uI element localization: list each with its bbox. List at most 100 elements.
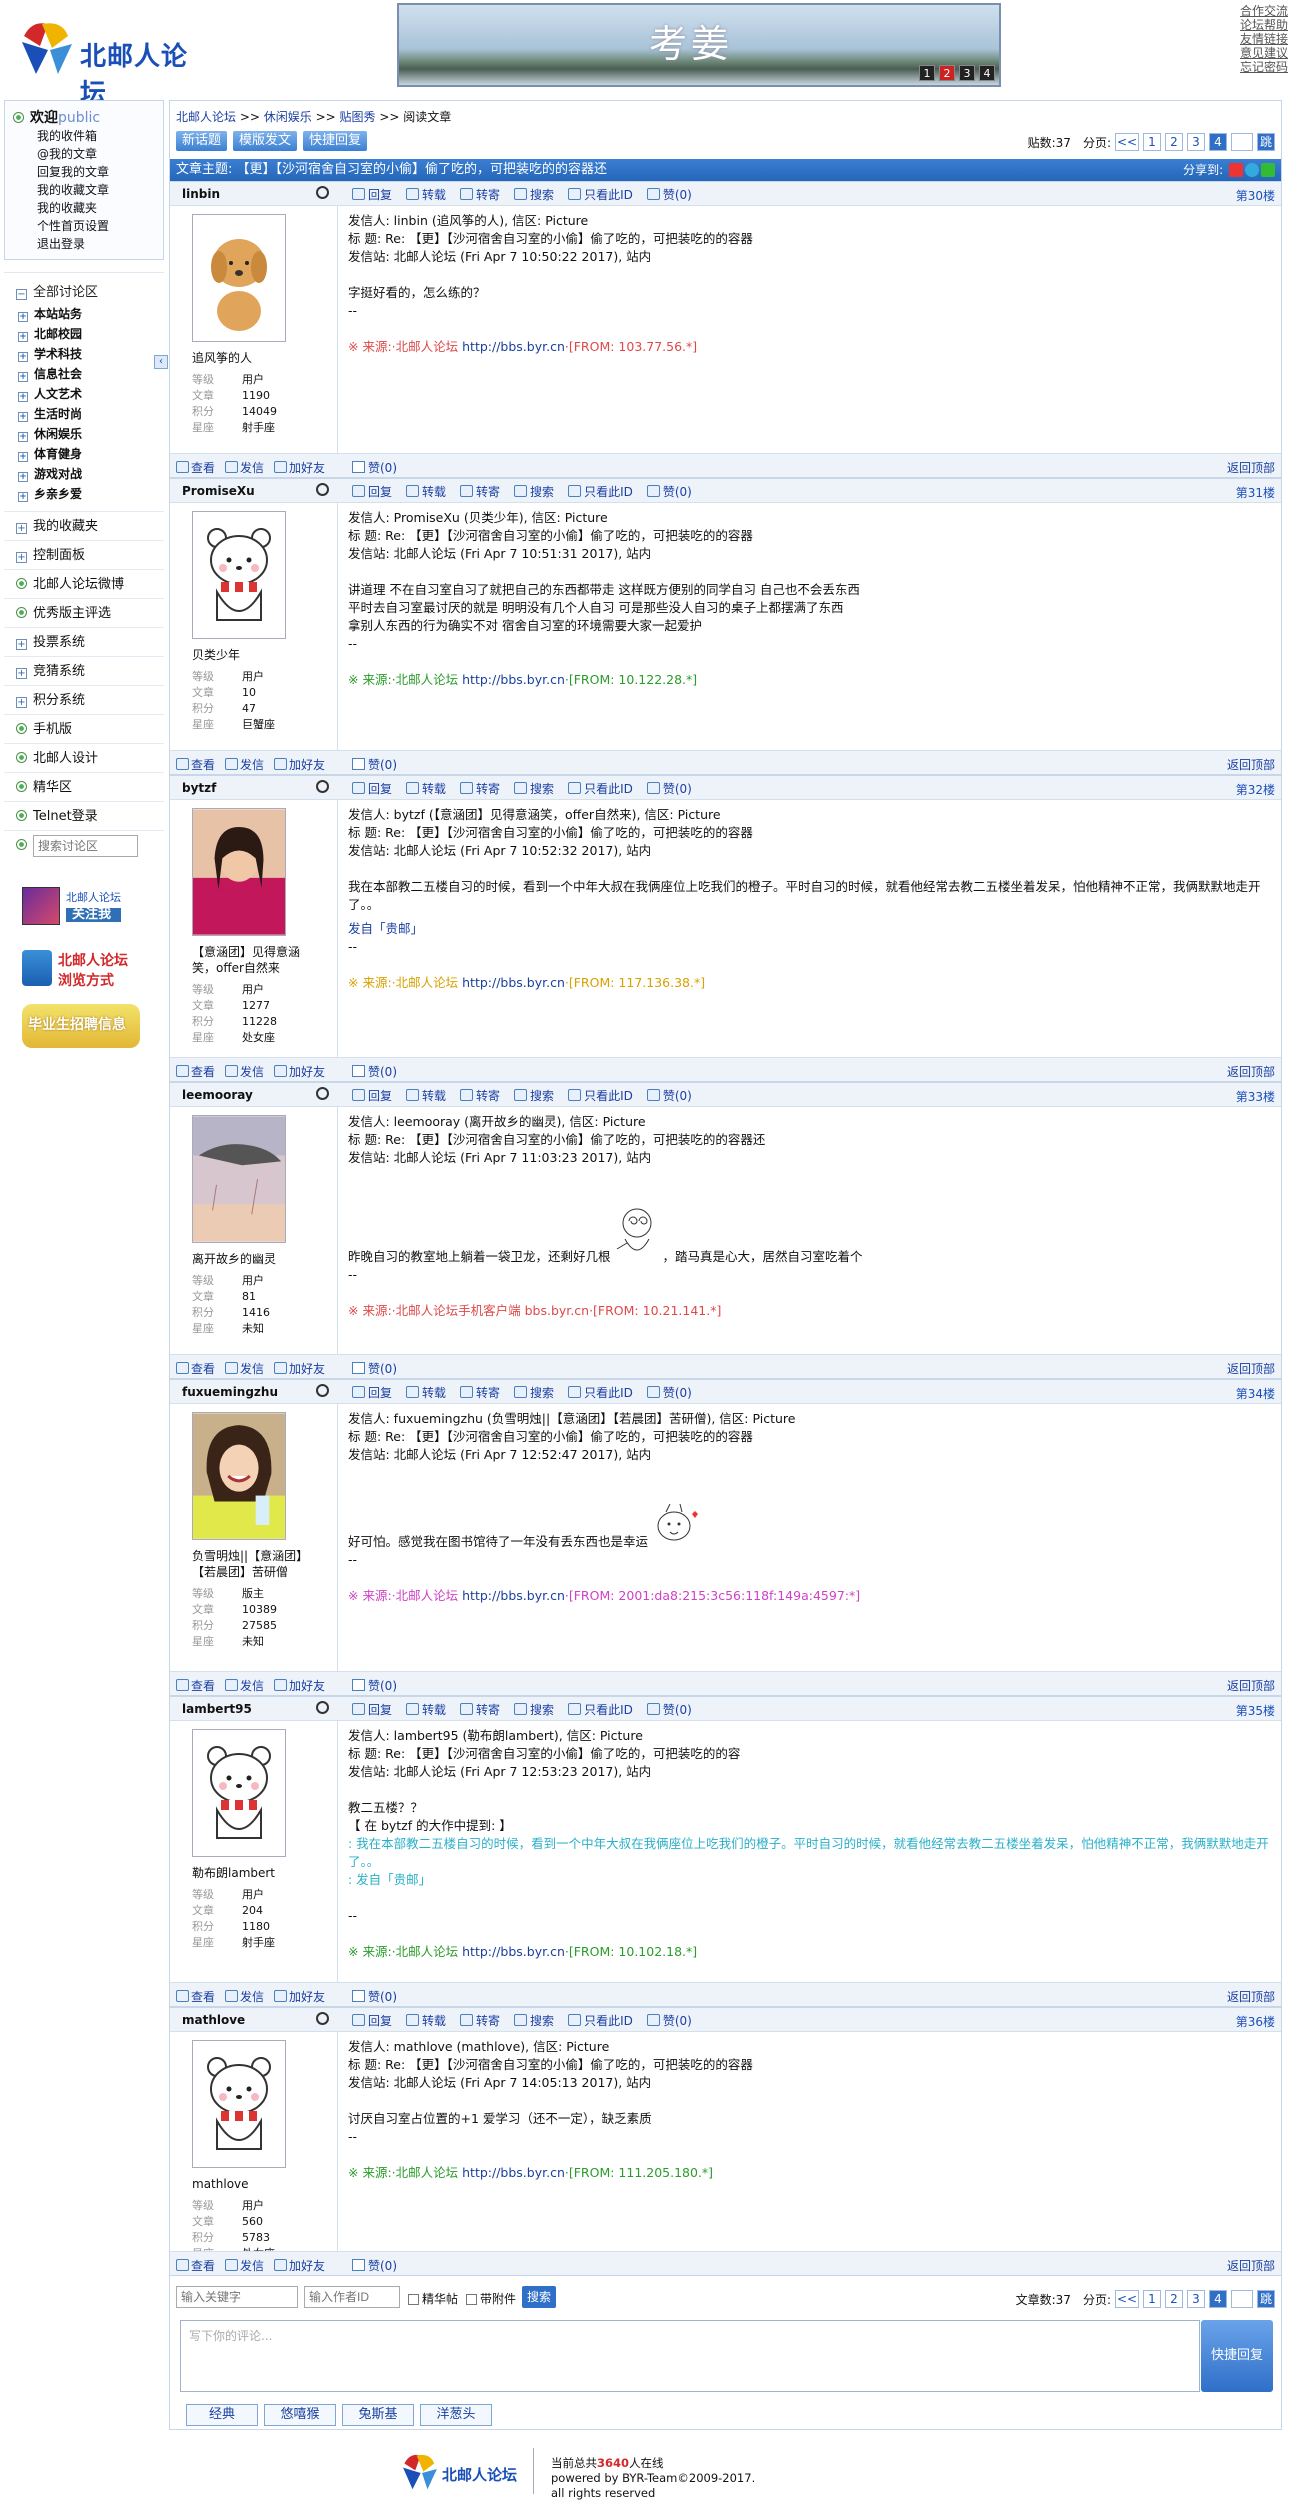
crumb-board[interactable]: 贴图秀: [340, 110, 376, 124]
board-item[interactable]: + 生活时尚: [18, 404, 164, 424]
forward-button[interactable]: 转寄: [460, 483, 500, 500]
avatar[interactable]: [192, 808, 286, 936]
emote-tab-onion[interactable]: 洋葱头: [420, 2404, 492, 2426]
avatar[interactable]: [192, 1729, 286, 1857]
search-button[interactable]: 搜索: [514, 483, 554, 500]
forward-button[interactable]: 转寄: [460, 780, 500, 797]
board-item[interactable]: + 休闲娱乐: [18, 424, 164, 444]
send-message-button[interactable]: 发信: [225, 756, 264, 773]
only-this-id-button[interactable]: 只看此ID: [568, 186, 633, 203]
source-link[interactable]: http://bbs.byr.cn: [462, 975, 565, 990]
search-button[interactable]: 搜索: [514, 780, 554, 797]
username[interactable]: public: [58, 110, 100, 126]
like-count[interactable]: 赞(0): [352, 459, 397, 476]
back-to-top-link[interactable]: 返回顶部: [1227, 2257, 1275, 2274]
repost-button[interactable]: 转载: [406, 1087, 446, 1104]
like-button[interactable]: 赞(0): [647, 2012, 692, 2029]
new-topic-button[interactable]: 新话题: [176, 131, 228, 151]
like-button[interactable]: 赞(0): [647, 1384, 692, 1401]
board-search-input[interactable]: [33, 834, 138, 857]
send-message-button[interactable]: 发信: [225, 1677, 264, 1694]
post-author-id[interactable]: PromiseXu: [182, 484, 255, 498]
floor-number[interactable]: 第30楼: [1236, 187, 1275, 204]
renren-share-icon[interactable]: [1261, 163, 1275, 177]
prev-page-button[interactable]: <<: [1115, 133, 1139, 151]
link-friends[interactable]: 友情链接: [1240, 32, 1288, 46]
like-count[interactable]: 赞(0): [352, 1677, 397, 1694]
keyword-input[interactable]: [176, 2286, 298, 2308]
repost-button[interactable]: 转载: [406, 780, 446, 797]
page-go-button[interactable]: 跳: [1257, 2290, 1275, 2308]
page-2[interactable]: 2: [1165, 2290, 1183, 2308]
back-to-top-link[interactable]: 返回顶部: [1227, 1988, 1275, 2005]
post-author-id[interactable]: lambert95: [182, 1702, 252, 1716]
board-item[interactable]: + 信息社会: [18, 364, 164, 384]
source-link[interactable]: http://bbs.byr.cn: [462, 672, 565, 687]
page-jump-input[interactable]: [1231, 133, 1253, 151]
only-this-id-button[interactable]: 只看此ID: [568, 483, 633, 500]
like-count[interactable]: 赞(0): [352, 756, 397, 773]
post-author-id[interactable]: mathlove: [182, 2013, 245, 2027]
qzone-share-icon[interactable]: [1245, 163, 1259, 177]
reply-button[interactable]: 回复: [352, 2012, 392, 2029]
all-boards[interactable]: − 全部讨论区: [4, 273, 164, 304]
floor-number[interactable]: 第31楼: [1236, 484, 1275, 501]
send-message-button[interactable]: 发信: [225, 2257, 264, 2274]
add-friend-button[interactable]: 加好友: [274, 756, 325, 773]
repost-button[interactable]: 转载: [406, 1701, 446, 1718]
view-profile-button[interactable]: 查看: [176, 2257, 215, 2274]
post-author-id[interactable]: leemooray: [182, 1088, 253, 1102]
forward-button[interactable]: 转寄: [460, 2012, 500, 2029]
emote-tab-classic[interactable]: 经典: [186, 2404, 258, 2426]
link-forgot-password[interactable]: 忘记密码: [1240, 60, 1288, 74]
add-friend-button[interactable]: 加好友: [274, 2257, 325, 2274]
nav-digest[interactable]: 精华区: [4, 773, 164, 802]
avatar[interactable]: [192, 214, 286, 342]
view-profile-button[interactable]: 查看: [176, 1988, 215, 2005]
nav-vote-system[interactable]: + 投票系统: [4, 628, 164, 657]
author-input[interactable]: [304, 2286, 400, 2308]
page-1[interactable]: 1: [1143, 2290, 1161, 2308]
forward-button[interactable]: 转寄: [460, 1384, 500, 1401]
floor-number[interactable]: 第32楼: [1236, 781, 1275, 798]
board-item[interactable]: + 北邮校园: [18, 324, 164, 344]
crumb-home[interactable]: 北邮人论坛: [176, 110, 236, 124]
board-item[interactable]: + 学术科技: [18, 344, 164, 364]
send-message-button[interactable]: 发信: [225, 1360, 264, 1377]
repost-button[interactable]: 转载: [406, 186, 446, 203]
only-this-id-button[interactable]: 只看此ID: [568, 1087, 633, 1104]
nav-moderator-vote[interactable]: 优秀版主评选: [4, 599, 164, 628]
add-friend-button[interactable]: 加好友: [274, 1360, 325, 1377]
back-to-top-link[interactable]: 返回顶部: [1227, 1063, 1275, 1080]
page-3[interactable]: 3: [1187, 133, 1205, 151]
job-promo[interactable]: 毕业生招聘信息: [22, 1004, 140, 1048]
collapse-sidebar-button[interactable]: ‹: [154, 355, 168, 369]
like-count[interactable]: 赞(0): [352, 1063, 397, 1080]
banner-page-3[interactable]: 3: [959, 65, 975, 81]
quick-reply-submit[interactable]: 快捷回复: [1201, 2320, 1273, 2392]
post-author-id[interactable]: bytzf: [182, 781, 216, 795]
source-link[interactable]: http://bbs.byr.cn: [462, 1588, 565, 1603]
search-button[interactable]: 搜索: [514, 1701, 554, 1718]
like-count[interactable]: 赞(0): [352, 1988, 397, 2005]
weibo-promo[interactable]: 北邮人论坛 关注我: [22, 884, 134, 928]
forward-button[interactable]: 转寄: [460, 1701, 500, 1718]
back-to-top-link[interactable]: 返回顶部: [1227, 1677, 1275, 1694]
quick-reply-button[interactable]: 快捷回复: [303, 131, 368, 151]
nav-design[interactable]: 北邮人设计: [4, 744, 164, 773]
search-button[interactable]: 搜索: [522, 2286, 556, 2308]
forward-button[interactable]: 转寄: [460, 186, 500, 203]
search-button[interactable]: 搜索: [514, 1087, 554, 1104]
like-button[interactable]: 赞(0): [647, 186, 692, 203]
view-profile-button[interactable]: 查看: [176, 1677, 215, 1694]
reply-button[interactable]: 回复: [352, 1701, 392, 1718]
crumb-section[interactable]: 休闲娱乐: [264, 110, 312, 124]
repost-button[interactable]: 转载: [406, 483, 446, 500]
reply-textarea[interactable]: 写下你的评论...: [180, 2320, 1200, 2392]
follow-button[interactable]: 关注我: [66, 907, 121, 922]
menu-mentions[interactable]: @我的文章: [37, 145, 157, 163]
search-button[interactable]: 搜索: [514, 2012, 554, 2029]
only-this-id-button[interactable]: 只看此ID: [568, 1701, 633, 1718]
board-item[interactable]: + 乡亲乡爱: [18, 484, 164, 504]
prev-page-button[interactable]: <<: [1115, 2290, 1139, 2308]
